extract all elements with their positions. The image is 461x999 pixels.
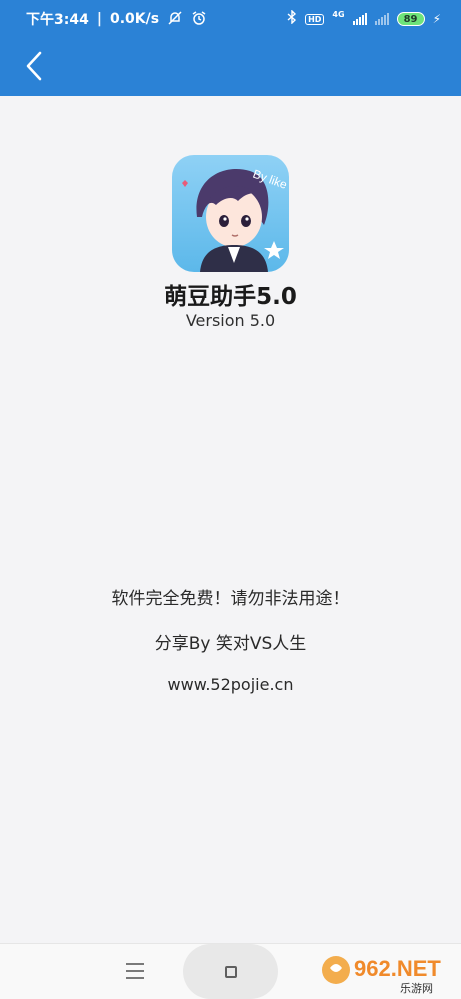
app-bar (0, 38, 461, 96)
charging-icon: ⚡ (432, 12, 441, 26)
menu-line (126, 963, 144, 965)
battery-indicator: 89 (396, 12, 425, 26)
app-icon: By like (172, 155, 289, 272)
network-type: 4G (332, 9, 345, 19)
status-left: 下午3:44 | 0.0K/s (26, 9, 207, 29)
status-time: 下午3:44 (26, 12, 89, 28)
menu-line (126, 970, 144, 972)
app-version: Version 5.0 (185, 311, 276, 330)
header: 下午3:44 | 0.0K/s HD 4G 89 ⚡ (0, 0, 461, 96)
menu-button[interactable] (126, 963, 144, 979)
status-separator: | (96, 11, 102, 27)
share-credit: 分享By 笑对VS人生 (154, 634, 307, 654)
watermark-sub: 乐游网 (400, 982, 433, 995)
notification-muted-icon (167, 10, 183, 29)
app-title: 萌豆助手5.0 (164, 284, 297, 310)
menu-line (126, 977, 144, 979)
status-right: HD 4G 89 ⚡ (287, 9, 441, 28)
bluetooth-icon (287, 9, 297, 28)
home-button[interactable] (183, 944, 278, 999)
free-notice: 软件完全免费！请勿非法用途！ (111, 589, 350, 609)
signal-icon-1 (352, 13, 367, 25)
status-speed: 0.0K/s (109, 11, 160, 27)
site-watermark: 962.NET 乐游网 (320, 948, 460, 996)
signal-icon-2 (374, 13, 389, 25)
back-button[interactable] (18, 48, 50, 84)
back-arrow-icon (26, 51, 42, 81)
website-link[interactable]: www.52pojie.cn (0, 675, 461, 694)
status-bar: 下午3:44 | 0.0K/s HD 4G 89 ⚡ (0, 0, 461, 38)
home-square-icon (224, 965, 237, 978)
hd-icon: HD (305, 13, 325, 25)
alarm-icon (191, 10, 207, 29)
watermark-brand: 962.NET (354, 956, 441, 981)
